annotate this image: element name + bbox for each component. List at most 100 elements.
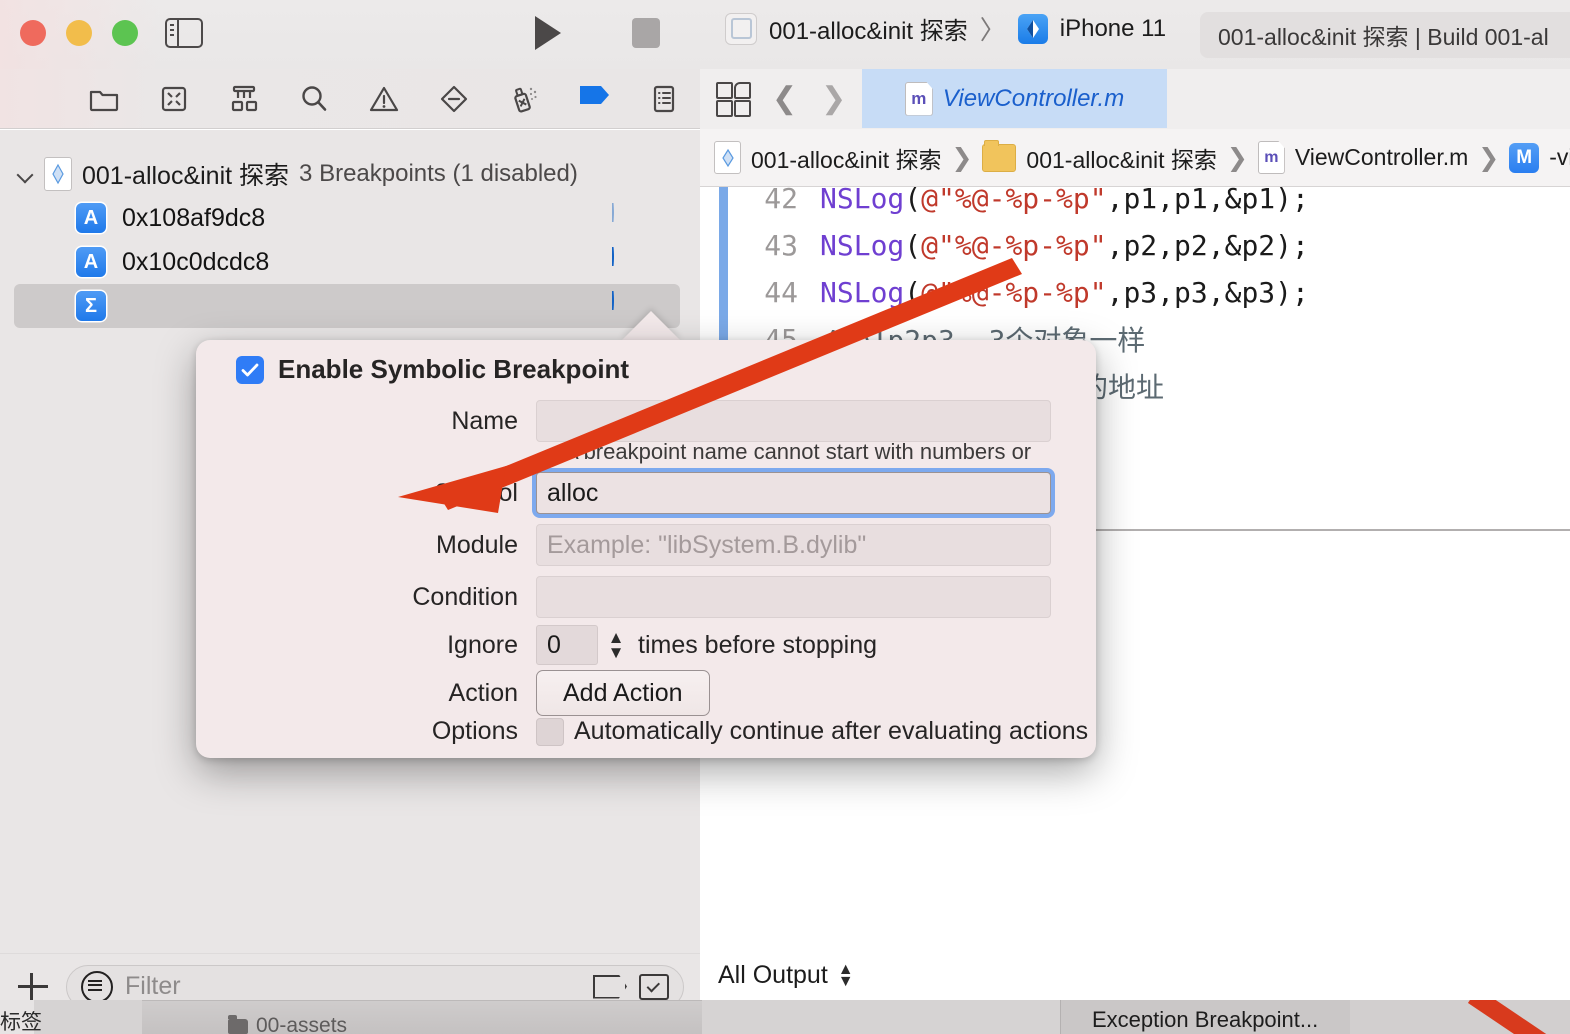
breakpoint-filter-icon[interactable] (593, 974, 627, 999)
code-token: ( (904, 275, 922, 309)
module-input[interactable]: Example: "libSystem.B.dylib" (536, 524, 1051, 566)
breadcrumb-item-method[interactable]: M -view (1509, 142, 1570, 173)
popover-title: Enable Symbolic Breakpoint (278, 354, 630, 384)
line-number: 44 (764, 275, 798, 309)
status-bar: 001-alloc&init 探索 | Build 001-al (1200, 12, 1570, 58)
breakpoint-row-1[interactable]: A 0x108af9dc8 (14, 196, 680, 240)
filter-right-icons (593, 973, 669, 1000)
editor-tab-bar: ❮ ❯ m ViewController.m (700, 69, 1570, 130)
breadcrumb-label: -view (1549, 144, 1570, 170)
report-navigator-icon[interactable] (648, 83, 680, 115)
run-button[interactable] (535, 16, 561, 50)
background-asset-label: 00-assets (256, 1014, 348, 1034)
symbolic-breakpoint-popover: Enable Symbolic Breakpoint Name A breakp… (196, 340, 1096, 758)
popover-header[interactable]: Enable Symbolic Breakpoint (236, 354, 629, 385)
code-token: NSLog (820, 228, 905, 262)
issue-navigator-warning-icon[interactable] (368, 83, 400, 115)
breakpoint-row-2[interactable]: A 0x10c0dcdc8 (14, 240, 680, 284)
breakpoint-group-subtitle: 3 Breakpoints (1 disabled) (299, 160, 578, 187)
source-control-navigator-icon[interactable] (158, 83, 190, 115)
background-asset-row: 00-assets (228, 1014, 347, 1034)
code-token: NSLog (820, 187, 905, 215)
editor-options-grid-icon[interactable] (716, 82, 751, 117)
tab-label: ViewController.m (942, 84, 1125, 112)
folder-icon (982, 139, 1017, 172)
breadcrumb-item-folder[interactable]: 001-alloc&init 探索 (982, 139, 1217, 175)
sidebar-toggle-icon[interactable] (165, 18, 203, 48)
traffic-lights (20, 20, 138, 46)
app-icon (725, 12, 757, 45)
action-label: Action (448, 678, 518, 707)
destination-name[interactable]: iPhone 11 (1060, 15, 1166, 43)
code-line-44: 44 NSLog(@"%@-%p-%p" ,p3,p3,&p3); (700, 267, 1309, 317)
code-line-43: 43 NSLog(@"%@-%p-%p" ,p2,p2,&p2); (700, 220, 1309, 270)
name-row: Name (196, 400, 1096, 442)
search-icon[interactable] (298, 83, 330, 115)
stop-button[interactable] (632, 18, 660, 48)
breadcrumb-separator-icon: ❯ (1226, 143, 1248, 172)
scheme-name[interactable]: 001-alloc&init 探索 (769, 11, 968, 46)
breakpoint-group-header[interactable]: 001-alloc&init 探索 3 Breakpoints (1 disab… (0, 152, 700, 196)
breadcrumb-item-file[interactable]: m ViewController.m (1257, 141, 1469, 174)
background-red-diagonal (1468, 998, 1570, 1034)
scheme-selector[interactable]: 001-alloc&init 探索 〉 iPhone 11 (725, 10, 1166, 47)
action-row: Action Add Action (196, 670, 1096, 716)
line-number: 43 (764, 228, 798, 262)
popover-pointer (621, 311, 681, 341)
m-file-icon: m (904, 81, 933, 116)
add-action-button[interactable]: Add Action (536, 670, 710, 716)
symbolic-breakpoint-icon: Σ (76, 291, 106, 321)
ignore-stepper[interactable]: ▲ ▼ (604, 624, 628, 666)
code-token: ( (904, 228, 922, 262)
breakpoint-toggle-marker[interactable] (612, 247, 664, 276)
ignore-count-input[interactable]: 0 (536, 625, 598, 665)
name-input[interactable] (536, 400, 1051, 442)
up-down-chevrons-icon: ▲ ▼ (837, 960, 854, 990)
ignore-suffix-label: times before stopping (638, 630, 878, 659)
filter-input[interactable]: Filter (66, 964, 684, 1000)
auto-continue-label: Automatically continue after evaluating … (574, 717, 1089, 745)
debug-navigator-spray-icon[interactable] (508, 83, 540, 115)
breakpoint-address-label: 0x108af9dc8 (122, 203, 266, 232)
breakpoint-navigator-icon[interactable] (578, 83, 610, 115)
test-navigator-diamond-icon[interactable] (438, 83, 470, 115)
condition-input[interactable] (536, 576, 1051, 618)
close-button[interactable] (20, 20, 46, 46)
module-label: Module (436, 530, 518, 559)
enabled-filter-icon[interactable] (639, 973, 669, 1000)
console-scope-selector[interactable]: All Output ▲ ▼ (718, 961, 854, 990)
project-icon (714, 141, 741, 174)
breakpoint-row-3-symbolic[interactable]: Σ (14, 284, 680, 328)
sidebar-toggle-lines (170, 24, 174, 36)
add-breakpoint-button[interactable] (16, 970, 50, 1000)
console-scope-label: All Output (718, 961, 828, 989)
symbol-navigator-hierarchy-icon[interactable] (228, 83, 260, 115)
console-scope-bar: All Output ▲ ▼ (700, 951, 1570, 1000)
navigator-tab-strip (0, 69, 700, 129)
auto-continue-checkbox[interactable] (536, 717, 564, 746)
condition-row: Condition (196, 576, 1096, 618)
breakpoint-type-icon: A (76, 247, 106, 277)
minimize-button[interactable] (66, 20, 92, 46)
line-number: 42 (764, 187, 798, 215)
ignore-label: Ignore (447, 630, 518, 659)
navigate-forward-icon[interactable]: ❯ (821, 84, 846, 114)
navigate-back-icon[interactable]: ❮ (772, 84, 797, 114)
symbol-input[interactable]: alloc (536, 472, 1051, 514)
code-token: ,p3,p3,&p3); (1106, 275, 1309, 309)
breadcrumb: 001-alloc&init 探索 ❯ 001-alloc&init 探索 ❯ … (700, 129, 1570, 187)
breadcrumb-item-project[interactable]: 001-alloc&init 探索 (714, 141, 941, 175)
zoom-button[interactable] (112, 20, 138, 46)
project-icon (44, 157, 72, 191)
breadcrumb-label: ViewController.m (1294, 144, 1469, 170)
condition-label: Condition (412, 582, 518, 611)
tab-viewcontroller-m[interactable]: m ViewController.m (862, 69, 1167, 128)
enable-breakpoint-checkbox[interactable] (236, 355, 264, 384)
background-menu-item-exception-breakpoint[interactable]: Exception Breakpoint... (1092, 1007, 1318, 1033)
code-token: @"%@-%p-%p" (921, 228, 1107, 262)
project-navigator-folder-icon[interactable] (88, 83, 120, 115)
chevron-down-icon[interactable] (18, 166, 34, 182)
breadcrumb-label: 001-alloc&init 探索 (751, 146, 942, 173)
code-token: ,p1,p1,&p1); (1106, 187, 1309, 215)
breakpoint-toggle-marker[interactable] (612, 203, 664, 232)
